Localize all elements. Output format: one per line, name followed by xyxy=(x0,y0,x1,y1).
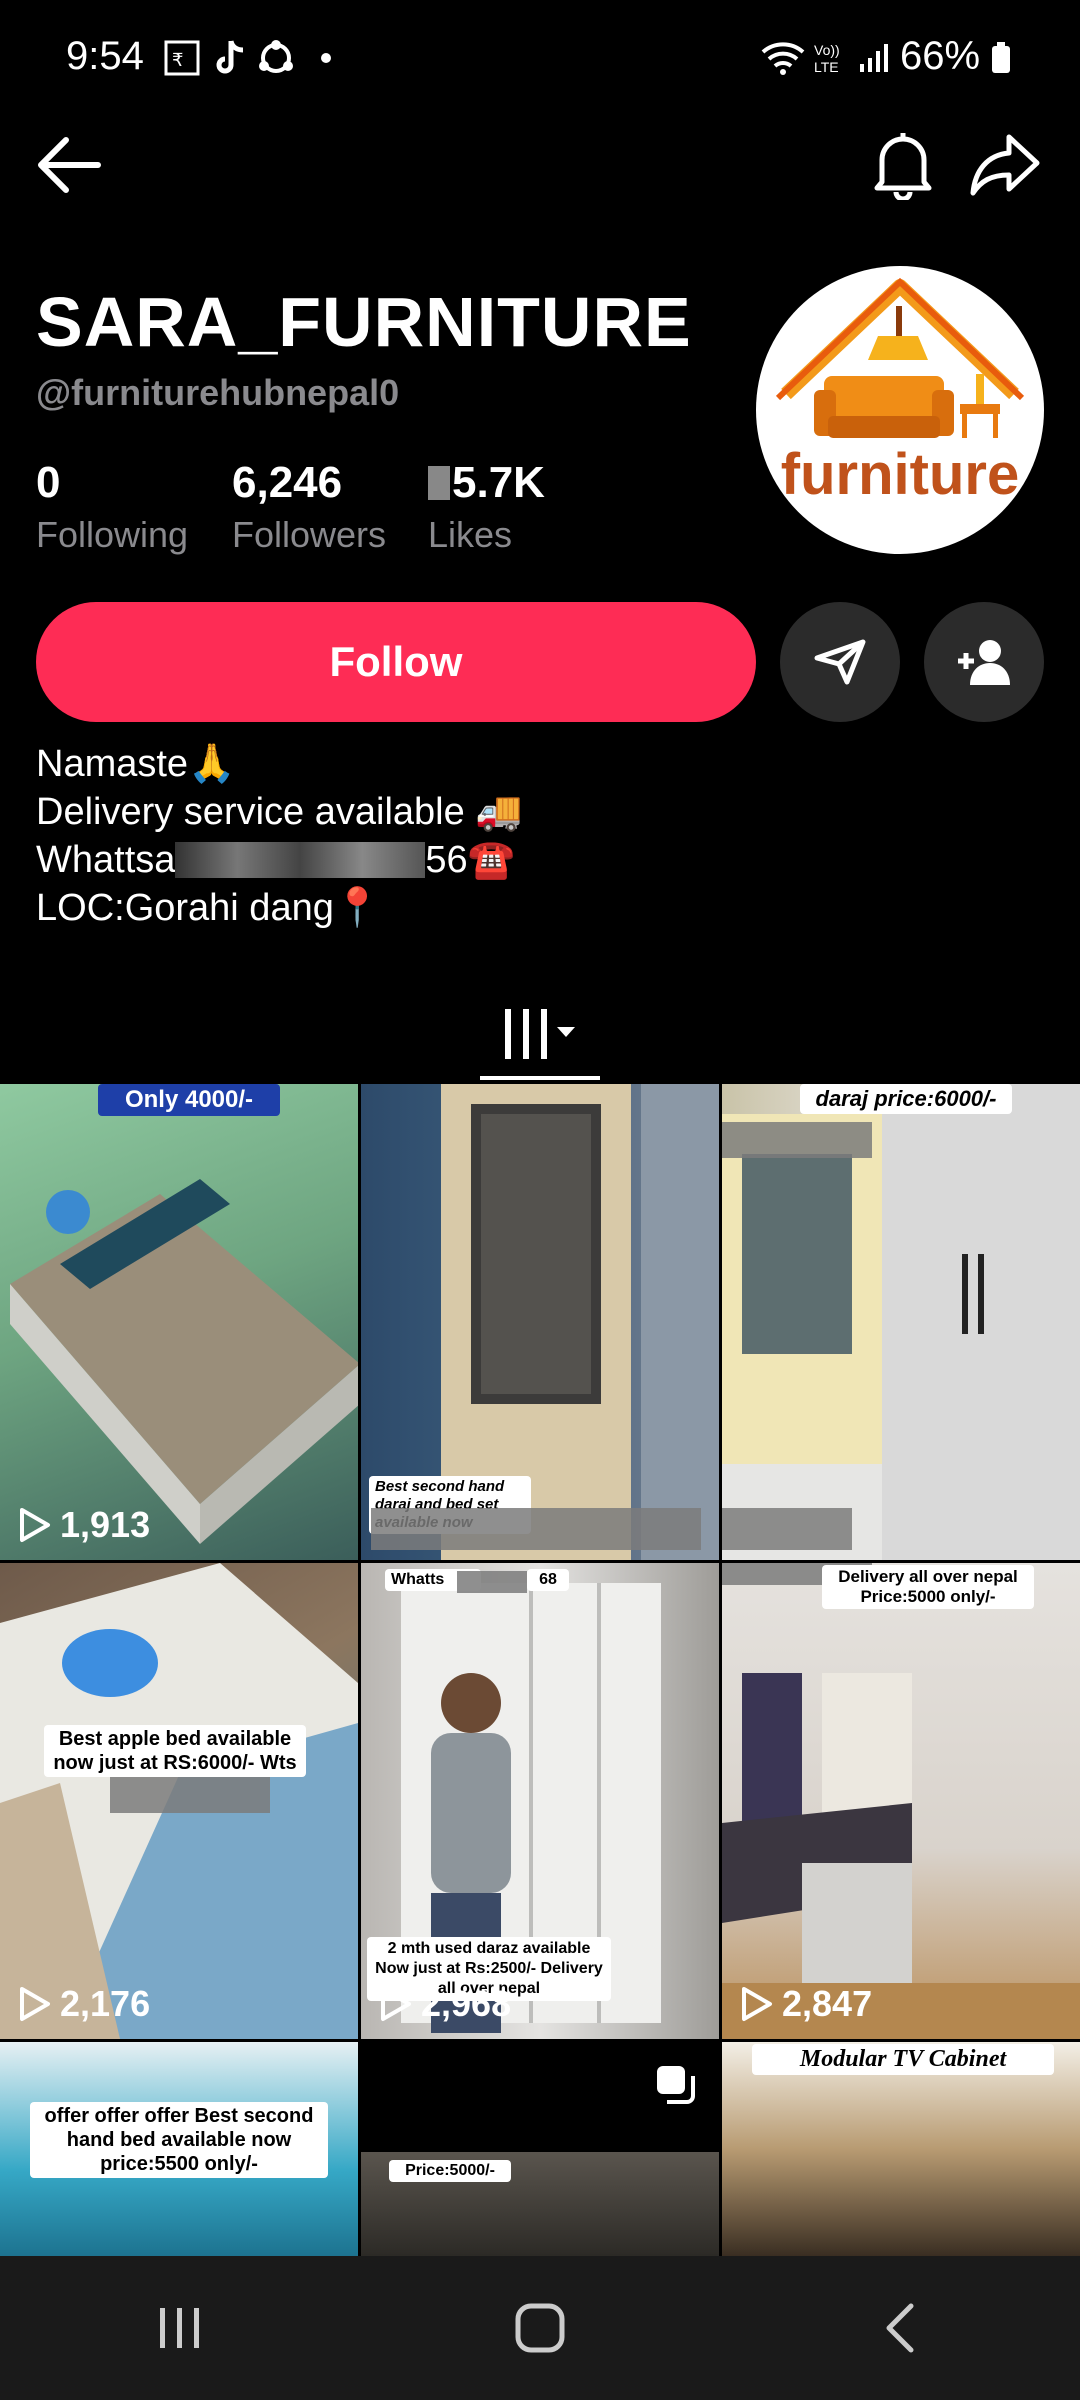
recent-apps-button[interactable] xyxy=(105,2278,255,2378)
notifications-button[interactable] xyxy=(858,120,948,210)
tab-videos-grid[interactable] xyxy=(480,990,600,1080)
video-thumbnail[interactable]: Price:5000/- xyxy=(361,2042,719,2256)
video-caption: Price:5000/- xyxy=(389,2160,511,2182)
status-bar: 9:54 ₹ Vo)) LTE 66% xyxy=(0,0,1080,120)
redacted-area xyxy=(110,1777,270,1813)
view-count: 2,968 xyxy=(379,1983,511,2025)
play-icon xyxy=(20,1508,50,1542)
bio-line: Whattsa 56☎️ xyxy=(36,836,523,884)
stat-followers[interactable]: 6,246 Followers xyxy=(232,458,386,556)
wifi-icon xyxy=(760,38,806,78)
bio-line: Delivery service available 🚚 xyxy=(36,791,523,833)
avatar-logo-text: furniture xyxy=(781,442,1019,507)
svg-text:LTE: LTE xyxy=(814,59,839,75)
bio-line: LOC:Gorahi dang📍 xyxy=(36,887,382,929)
whatts-tail: 68 xyxy=(527,1569,569,1591)
stat-likes[interactable]: 5.7K Likes xyxy=(428,458,545,556)
stat-likes-value: 5.7K xyxy=(452,458,545,507)
view-count: 2,847 xyxy=(740,1983,872,2025)
view-count-value: 2,847 xyxy=(782,1983,873,2024)
stat-followers-value: 6,246 xyxy=(232,458,343,507)
whatts-label: Whatts xyxy=(391,1571,445,1588)
profile-name: SARA_FURNITURE xyxy=(36,283,692,361)
volte-icon: Vo)) LTE xyxy=(810,38,850,78)
video-thumbnail[interactable]: Whatts 68 2 mth used daraz available Now… xyxy=(361,1563,719,2039)
video-caption: offer offer offer Best second hand bed a… xyxy=(30,2102,328,2178)
view-count: 2,176 xyxy=(18,1983,150,2025)
dot-icon xyxy=(318,38,334,78)
play-icon xyxy=(20,1987,50,2021)
view-count-value: 2,176 xyxy=(60,1983,151,2024)
likes-blur-icon xyxy=(428,466,450,500)
video-thumbnail[interactable]: offer offer offer Best second hand bed a… xyxy=(0,2042,358,2256)
carousel-icon xyxy=(653,2062,697,2111)
bio-whatsapp-label: Whattsa xyxy=(36,839,176,881)
avatar[interactable]: furniture xyxy=(756,266,1044,554)
bio-whatsapp-tail: 56☎️ xyxy=(425,839,515,881)
play-icon xyxy=(381,1987,411,2021)
share-button[interactable] xyxy=(960,120,1050,210)
share-icon xyxy=(970,134,1040,196)
video-thumbnail[interactable]: Delivery all over nepal Price:5000 only/… xyxy=(722,1563,1080,2039)
grid-tab-icon xyxy=(505,1009,575,1059)
video-thumbnail[interactable]: daraj price:6000/- xyxy=(722,1084,1080,1560)
stat-following[interactable]: 0 Following xyxy=(36,458,188,556)
bio: Namaste🙏 Delivery service available 🚚 Wh… xyxy=(36,740,523,932)
video-caption: Only 4000/- xyxy=(98,1084,280,1116)
svg-text:₹: ₹ xyxy=(172,50,183,70)
stat-following-label: Following xyxy=(36,514,189,555)
follow-button[interactable]: Follow xyxy=(36,602,756,722)
back-arrow-icon xyxy=(38,137,101,193)
tiktok-icon xyxy=(210,38,250,78)
video-caption: daraj price:6000/- xyxy=(800,1084,1012,1114)
bed-side-illustration xyxy=(722,1673,1080,2039)
video-thumbnail[interactable]: Best second hand daraj and bed set avail… xyxy=(361,1084,719,1560)
video-caption: Best apple bed available now just at RS:… xyxy=(44,1725,306,1777)
notification-icon: ₹ xyxy=(162,38,202,78)
add-user-icon xyxy=(958,640,1010,685)
tab-underline xyxy=(480,1076,600,1080)
video-thumbnail[interactable]: Best apple bed available now just at RS:… xyxy=(0,1563,358,2039)
stat-likes-label: Likes xyxy=(428,514,513,555)
status-time: 9:54 xyxy=(66,34,144,78)
suggested-accounts-button[interactable] xyxy=(924,602,1044,722)
furniture-logo: furniture xyxy=(775,277,1025,507)
back-nav-icon xyxy=(886,2303,914,2353)
sync-icon xyxy=(254,38,298,78)
video-caption: Delivery all over nepal Price:5000 only/… xyxy=(822,1565,1034,1609)
home-button[interactable] xyxy=(465,2278,615,2378)
send-icon xyxy=(814,639,866,685)
video-thumbnail[interactable]: Only 4000/- 1,913 xyxy=(0,1084,358,1560)
recent-apps-icon xyxy=(160,2308,199,2348)
profile-handle: @furniturehubnepal0 xyxy=(36,372,400,413)
svg-text:Vo)): Vo)) xyxy=(814,42,840,58)
bio-line: Namaste🙏 xyxy=(36,743,236,785)
home-icon xyxy=(515,2303,565,2353)
view-count-value: 1,913 xyxy=(60,1504,151,1545)
back-nav-button[interactable] xyxy=(825,2278,975,2378)
stat-followers-label: Followers xyxy=(232,514,387,555)
bed-illustration xyxy=(10,1179,358,1544)
stat-following-value: 0 xyxy=(36,458,61,507)
bell-icon xyxy=(874,133,932,200)
redacted-number xyxy=(175,842,426,878)
view-count: 1,913 xyxy=(18,1504,150,1546)
view-count-value: 2,968 xyxy=(421,1983,512,2024)
battery-percent: 66% xyxy=(900,34,981,78)
redacted-area xyxy=(722,1508,852,1550)
back-button[interactable] xyxy=(24,120,114,210)
redacted-area xyxy=(457,1571,527,1593)
system-nav-bar xyxy=(0,2256,1080,2400)
redacted-area xyxy=(722,1122,872,1158)
video-caption: Modular TV Cabinet xyxy=(752,2044,1054,2075)
play-icon xyxy=(742,1987,772,2021)
message-button[interactable] xyxy=(780,602,900,722)
battery-icon xyxy=(988,38,1014,78)
video-thumbnail[interactable]: Modular TV Cabinet xyxy=(722,2042,1080,2256)
signal-icon xyxy=(856,38,892,78)
redacted-area xyxy=(371,1508,701,1550)
